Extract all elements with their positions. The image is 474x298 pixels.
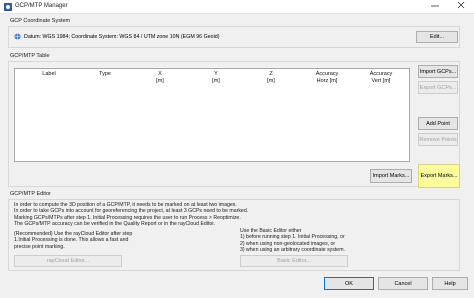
- raycloud-text-line: precise point marking.: [14, 243, 65, 250]
- minimize-icon: [431, 5, 439, 7]
- raycloud-editor-text: (Recommended) Use the rayCloud Editor af…: [14, 231, 214, 250]
- column-header-label[interactable]: Label: [35, 71, 63, 78]
- gcp-table[interactable]: Label Type X [m] Y [m] Z [m] Accuracy Horz […: [14, 68, 410, 162]
- column-header-y[interactable]: Y [m]: [202, 71, 230, 85]
- editor-description: In order to compute the 3D position of a…: [14, 202, 454, 228]
- column-header-x[interactable]: X [m]: [146, 71, 174, 85]
- column-header-z[interactable]: Z [m]: [257, 71, 285, 85]
- title-bar: GCP/MTP Manager: [0, 0, 474, 14]
- datum-text: Datum: WGS 1984; Coordinate System: WGS …: [24, 34, 220, 40]
- gcp-table-group-label: GCP/MTP Table: [10, 53, 50, 59]
- edit-coordinate-system-button[interactable]: Edit...: [416, 31, 458, 43]
- window-title: GCP/MTP Manager: [15, 3, 68, 9]
- basic-editor-text: Use the Basic Editor either 1) before ru…: [240, 228, 440, 254]
- app-icon: [4, 3, 12, 11]
- coordinate-system-group-label: GCP Coordinate System: [10, 18, 71, 24]
- export-marks-label: Export Marks...: [420, 173, 458, 179]
- help-button[interactable]: Help: [432, 277, 468, 290]
- cancel-button[interactable]: Cancel: [378, 277, 428, 290]
- remove-points-button[interactable]: Remove Points: [418, 133, 458, 146]
- ok-button[interactable]: OK: [324, 277, 374, 290]
- raycloud-editor-button[interactable]: rayCloud Editor...: [14, 255, 122, 267]
- column-header-type[interactable]: Type: [91, 71, 119, 78]
- export-marks-button[interactable]: Export Marks...: [418, 164, 460, 188]
- close-icon: [457, 1, 465, 9]
- minimize-button[interactable]: [424, 0, 446, 14]
- import-marks-button[interactable]: Import Marks...: [370, 169, 412, 183]
- add-point-button[interactable]: Add Point: [418, 117, 458, 130]
- export-gcps-button[interactable]: Export GCPs...: [418, 81, 458, 94]
- close-button[interactable]: [450, 0, 472, 14]
- editor-description-line: The GCPs/MTP accuracy can be verified in…: [14, 221, 216, 228]
- globe-icon: [14, 33, 21, 40]
- basic-editor-button[interactable]: Basic Editor...: [240, 255, 348, 267]
- column-header-accuracy-horz[interactable]: Accuracy Horz [m]: [307, 71, 347, 85]
- basic-text-line: 3) when using an arbitrary coordinate sy…: [240, 247, 345, 254]
- column-header-accuracy-vert[interactable]: Accuracy Vert [m]: [361, 71, 401, 85]
- import-gcps-button[interactable]: Import GCPs...: [418, 65, 458, 78]
- editor-group-label: GCP/MTP Editor: [10, 191, 51, 197]
